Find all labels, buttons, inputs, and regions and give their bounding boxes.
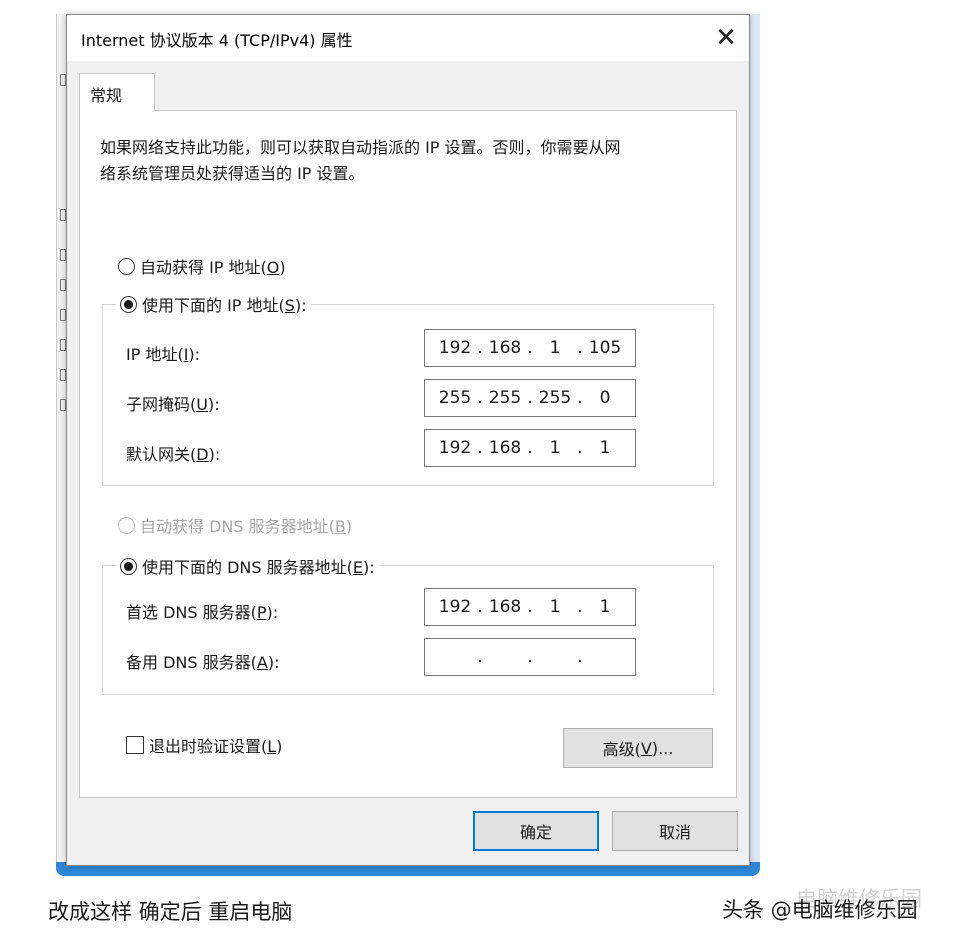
title-bar[interactable]: Internet 协议版本 4 (TCP/IPv4) 属性 ✕ (67, 15, 749, 61)
manual-ip-radio[interactable]: 使用下面的 IP 地址(S): (116, 292, 311, 316)
manual-dns-label: 使用下面的 DNS 服务器地址(E): (142, 558, 375, 577)
validate-on-exit-label: 退出时验证设置(L) (149, 737, 283, 756)
alternate-dns-field[interactable]: . . . (424, 638, 636, 676)
preferred-dns-field[interactable]: 192. 168. 1. 1 (424, 588, 636, 626)
tcp-ipv4-properties-dialog: Internet 协议版本 4 (TCP/IPv4) 属性 ✕ 常规 如果网络支… (66, 14, 750, 866)
dialog-title: Internet 协议版本 4 (TCP/IPv4) 属性 (81, 31, 353, 50)
ip-address-label: IP 地址(I): (126, 345, 201, 364)
caption-text: 改成这样 确定后 重启电脑 (48, 900, 293, 924)
subnet-mask-field[interactable]: 255. 255. 255. 0 (424, 379, 636, 417)
default-gateway-label: 默认网关(D): (126, 445, 221, 464)
auto-dns-label: 自动获得 DNS 服务器地址(B) (140, 517, 353, 536)
tab-general-label: 常规 (90, 86, 123, 105)
close-icon[interactable]: ✕ (703, 15, 749, 61)
auto-dns-radio: 自动获得 DNS 服务器地址(B) (118, 513, 352, 537)
default-gateway-field[interactable]: 192. 168. 1. 1 (424, 429, 636, 467)
cancel-button[interactable]: 取消 (612, 811, 738, 851)
auto-ip-label: 自动获得 IP 地址(O) (140, 258, 286, 277)
auto-ip-radio[interactable]: 自动获得 IP 地址(O) (118, 254, 286, 278)
radio-button-disabled (118, 516, 135, 534)
ip-address-field[interactable]: 192. 168. 1. 105 (424, 329, 636, 367)
alternate-dns-label: 备用 DNS 服务器(A): (126, 653, 280, 672)
checkbox[interactable] (126, 736, 144, 754)
advanced-button[interactable]: 高级(V)... (563, 728, 713, 768)
general-panel: 如果网络支持此功能，则可以获取自动指派的 IP 设置。否则，你需要从网 络系统管… (79, 110, 737, 798)
validate-on-exit-checkbox[interactable]: 退出时验证设置(L) (126, 733, 282, 757)
radio-button-selected[interactable] (120, 557, 137, 575)
radio-button[interactable] (118, 257, 135, 275)
radio-button-selected[interactable] (120, 295, 137, 313)
manual-dns-radio[interactable]: 使用下面的 DNS 服务器地址(E): (116, 554, 379, 578)
ok-button[interactable]: 确定 (473, 811, 599, 851)
description-line-2: 络系统管理员处获得适当的 IP 设置。 (100, 164, 365, 183)
watermark-text: 头条 @电脑维修乐园 (722, 898, 918, 922)
subnet-mask-label: 子网掩码(U): (126, 395, 220, 414)
description-line-1: 如果网络支持此功能，则可以获取自动指派的 IP 设置。否则，你需要从网 (100, 138, 621, 157)
preferred-dns-label: 首选 DNS 服务器(P): (126, 603, 279, 622)
manual-ip-label: 使用下面的 IP 地址(S): (142, 296, 307, 315)
tab-general[interactable]: 常规 (79, 73, 155, 111)
